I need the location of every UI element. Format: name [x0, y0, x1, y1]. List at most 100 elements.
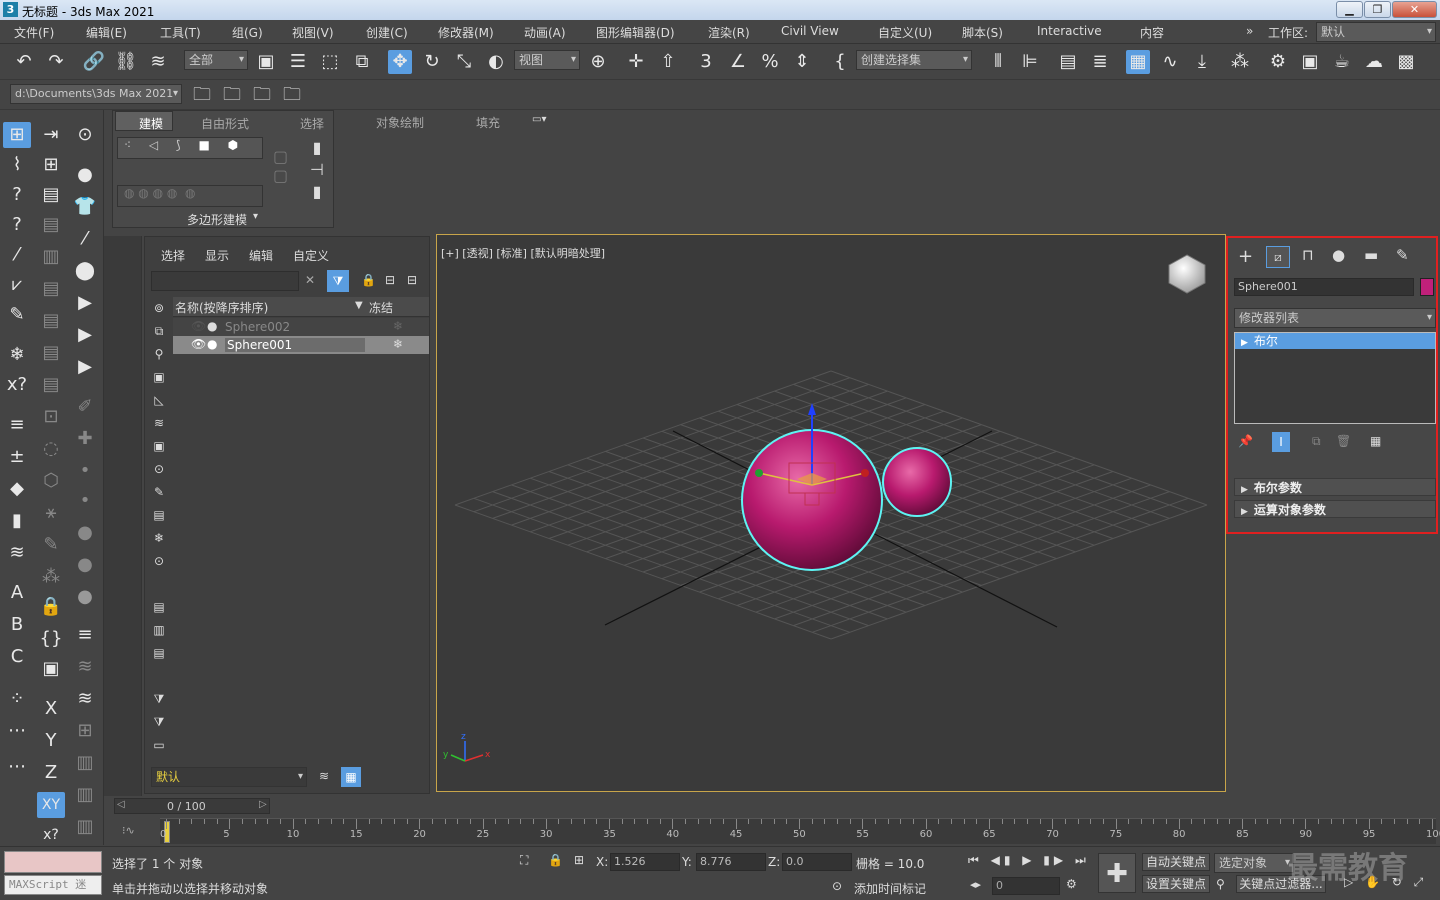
element-icon[interactable]: ⬢	[228, 138, 238, 152]
current-frame-field[interactable]: 0	[992, 877, 1060, 895]
menu-tools[interactable]: 工具(T)	[160, 24, 201, 41]
minimize-button[interactable]: ▁	[1336, 1, 1363, 18]
stack-7-icon[interactable]: ▥	[71, 782, 99, 808]
freeze-snow-icon[interactable]: ❄	[393, 337, 403, 351]
ribbon-group-dropdown-icon[interactable]: ▾	[253, 211, 258, 222]
project-settings-icon[interactable]: 🗀	[280, 83, 304, 107]
select-move-icon[interactable]: ✥	[388, 50, 412, 74]
circle-2-icon[interactable]: ●	[71, 552, 99, 578]
set-key-big-icon[interactable]: ✚	[1098, 853, 1136, 893]
show-end-result-icon[interactable]: Ⅰ	[1272, 432, 1290, 452]
menu-group[interactable]: 组(G)	[232, 24, 263, 41]
dot-icon[interactable]: •	[71, 488, 99, 514]
curve-toggle-icon[interactable]: ⁝∿	[122, 824, 135, 837]
stack-6-icon[interactable]: ▥	[71, 750, 99, 776]
modifier-list-dropdown[interactable]: 修改器列表	[1234, 308, 1436, 328]
gray-7-icon[interactable]: ⊡	[37, 404, 65, 430]
workspace-dropdown[interactable]: 默认	[1316, 22, 1436, 42]
feather-icon[interactable]: ✐	[71, 394, 99, 420]
track-bar[interactable]: 0 5 10 15 20 25 30 35 40 45 50 55 60 65 70 75 80 85 90 95 10…	[160, 818, 1440, 844]
gray-3-icon[interactable]: ▤	[37, 276, 65, 302]
menu-interactive[interactable]: Interactive	[1037, 24, 1102, 38]
rendered-frame-icon[interactable]: ▣	[1298, 50, 1322, 74]
snowflake-icon[interactable]: ❄	[3, 342, 31, 368]
a360-gallery-icon[interactable]: ▩	[1394, 50, 1418, 74]
gray-11-icon[interactable]: ✎	[37, 532, 65, 558]
menu-civil-view[interactable]: Civil View	[781, 24, 839, 38]
render-icon[interactable]: ☕	[1330, 50, 1354, 74]
y-coordinate-field[interactable]: 8.776	[696, 853, 766, 871]
maxscript-listener[interactable]	[4, 851, 102, 873]
menu-view[interactable]: 视图(V)	[292, 24, 334, 41]
key-mode-icon[interactable]: ◂▸	[970, 878, 981, 891]
playback-controls[interactable]: ⏮ ◀▮ ▶ ▮▶ ⏭	[968, 853, 1090, 868]
make-unique-icon[interactable]: ⧉	[1312, 434, 1321, 449]
gray-8-icon[interactable]: ◌	[37, 436, 65, 462]
axis-y-icon[interactable]: Y	[37, 728, 65, 754]
shapes-icon[interactable]: ●	[71, 162, 99, 188]
layer-stack-icon[interactable]: ≋	[319, 769, 329, 783]
vertex-icon[interactable]: ⁖	[124, 138, 131, 152]
project-path-dropdown[interactable]: d:\Documents\3ds Max 2021	[10, 84, 182, 104]
prev-frame-icon[interactable]: ◁	[117, 799, 125, 810]
hierarchy-tab-icon[interactable]: ⊓	[1302, 246, 1314, 264]
align-icon[interactable]: ⊫	[1018, 50, 1042, 74]
text-a-icon[interactable]: A	[3, 580, 31, 606]
x-coordinate-field[interactable]: 1.526	[610, 853, 680, 871]
shirt-icon[interactable]: 👕	[71, 194, 99, 220]
gray-side-icons[interactable]: ▢ ▢	[273, 147, 297, 207]
render-setup-icon[interactable]: ⚙	[1266, 50, 1290, 74]
auto-key-button[interactable]: 自动关键点	[1142, 853, 1210, 871]
ribbon-toggle-icon[interactable]: ▦	[1126, 50, 1150, 74]
edge-icon[interactable]: ◁	[149, 138, 158, 152]
add-layer-icon[interactable]: ±	[3, 444, 31, 470]
set-key-button[interactable]: 设置关键点	[1142, 875, 1210, 893]
freeze-snow-icon[interactable]: ❄	[393, 319, 403, 333]
tab-modeling[interactable]: 建模	[139, 115, 163, 132]
explorer-menu-edit[interactable]: 编辑	[249, 247, 273, 264]
text-c-icon[interactable]: C	[3, 644, 31, 670]
text-b-icon[interactable]: B	[3, 612, 31, 638]
explorer-search-input[interactable]	[151, 271, 299, 291]
time-slider[interactable]: ◁ 0 / 100 ▷	[114, 798, 270, 814]
undo-icon[interactable]: ↶	[12, 50, 36, 74]
stack-icon[interactable]: ≡	[3, 412, 31, 438]
shape-tool-icon[interactable]: ⩗	[3, 272, 31, 298]
clear-search-icon[interactable]: ✕	[305, 273, 315, 287]
pen-tool-icon[interactable]: ✎	[3, 302, 31, 328]
tab-freeform[interactable]: 自由形式	[201, 115, 249, 132]
ribbon-tool-icons[interactable]: ▮ ⊣ ▮	[307, 137, 327, 207]
border-icon[interactable]: ⟆	[176, 138, 181, 152]
tab-selection[interactable]: 选择	[300, 115, 324, 132]
braces-icon[interactable]: {}	[37, 626, 65, 652]
tab-object-paint[interactable]: 对象绘制	[376, 114, 424, 131]
link-icon[interactable]: 🔗	[82, 50, 106, 74]
viewport-nav-icons[interactable]: ▷ ✋ ↻ ⤢	[1344, 875, 1427, 890]
absolute-mode-icon[interactable]: ⊞	[574, 853, 584, 867]
create-project-icon[interactable]: 🗀	[220, 83, 244, 107]
rollout-boolean-params[interactable]: ▶ 布尔参数	[1234, 478, 1436, 496]
menu-edit[interactable]: 编辑(E)	[86, 24, 127, 41]
maxscript-input[interactable]: MAXScript 迷	[4, 875, 102, 895]
utilities-tab-icon[interactable]: ✎	[1396, 246, 1409, 264]
scene-explorer-icon[interactable]: ▤	[1056, 50, 1080, 74]
angle-snap-icon[interactable]: ∠	[726, 50, 750, 74]
circle-3-icon[interactable]: ●	[71, 584, 99, 610]
select-scale-icon[interactable]: ⤡	[452, 50, 476, 74]
open-project-icon[interactable]: 🗀	[250, 83, 274, 107]
polygon-icon[interactable]: ■	[198, 138, 209, 152]
gray-10-icon[interactable]: ⚹	[37, 500, 65, 526]
render-dot-icon[interactable]: ●	[207, 319, 217, 333]
pin-icon[interactable]: ⬤	[71, 258, 99, 284]
object-color-swatch[interactable]	[1420, 278, 1434, 296]
project-folder-icon[interactable]: 🗀	[190, 83, 214, 107]
gray-2-icon[interactable]: ▥	[37, 244, 65, 270]
select-cursor-icon[interactable]: ▮	[3, 508, 31, 534]
hierarchy-icon[interactable]: ⇥	[37, 122, 65, 148]
filter-icon[interactable]: ⧩	[327, 270, 349, 292]
expand-arrow-icon[interactable]: ▶	[1241, 338, 1248, 348]
lock-icon[interactable]: 🔒	[37, 594, 65, 620]
menu-customize[interactable]: 自定义(U)	[878, 24, 932, 41]
selection-mode-icon[interactable]: ⊞	[3, 122, 31, 148]
gray-4-icon[interactable]: ▤	[37, 308, 65, 334]
